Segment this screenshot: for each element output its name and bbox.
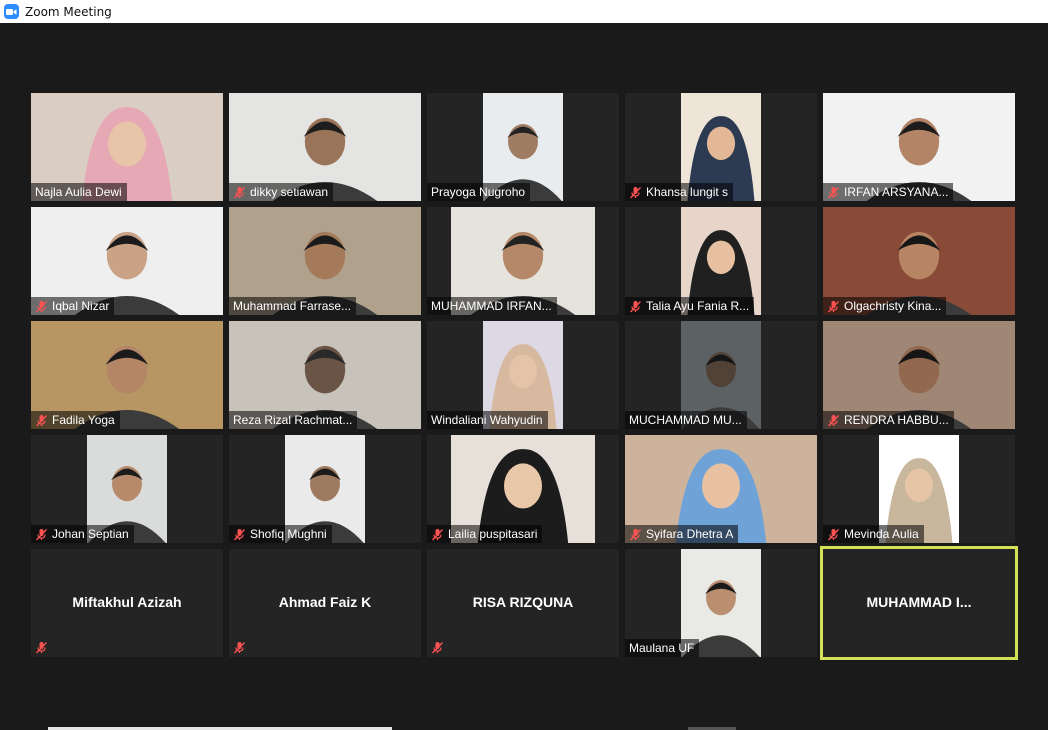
participant-name: Iqbal Nizar [52,299,110,313]
participant-name-label: RENDRA HABBU... [823,411,954,429]
participant-name-label: Mevinda Aulia [823,525,924,543]
mic-muted-icon [629,186,642,199]
participant-tile[interactable]: Iqbal Nizar [31,207,223,315]
participant-name: Fadila Yoga [52,413,115,427]
participant-name-label: Reza Rizal Rachmat... [229,411,358,429]
mic-muted-icon [233,528,246,541]
mic-muted-icon [827,414,840,427]
participant-name-label: Khansa lungit s [625,183,734,201]
participant-name-label: Lailia puspitasari [427,525,543,543]
participant-name-label: Syifara Dhetra A [625,525,739,543]
mic-muted-icon [827,186,840,199]
participant-name: Shofiq Mughni [250,527,327,541]
mic-muted-icon [431,641,444,654]
participant-name: Talia Ayu Fania R... [646,299,750,313]
participant-tile[interactable]: Lailia puspitasari [427,435,619,543]
participant-name: Olgachristy Kina... [844,299,942,313]
participant-name-label: Shofiq Mughni [229,525,332,543]
participant-name: Najla Aulia Dewi [35,185,122,199]
participant-name-label: IRFAN ARSYANA... [823,183,954,201]
participant-name-label: Fadila Yoga [31,411,120,429]
participant-name: Syifara Dhetra A [646,527,734,541]
participant-tile[interactable]: MUHAMMAD IRFAN... [427,207,619,315]
participant-tile[interactable]: dikky setiawan [229,93,421,201]
gallery-view: Najla Aulia Dewi dikky setiawan Prayoga Nu… [0,23,1048,730]
mic-muted-icon [629,528,642,541]
participant-name: dikky setiawan [250,185,329,199]
mic-muted-icon [233,641,246,654]
participant-name: MUHAMMAD I... [866,594,972,610]
mic-muted-icon [35,528,48,541]
participant-name-label: Prayoga Nugroho [427,183,531,201]
participant-name: Reza Rizal Rachmat... [233,413,353,427]
participant-tile[interactable]: MUHAMMAD I... [820,546,1018,660]
participant-name-label: Muhammad Farrase... [229,297,357,315]
participant-name: MUHAMMAD IRFAN... [431,299,552,313]
participant-tile[interactable]: Syifara Dhetra A [625,435,817,543]
zoom-app-icon [4,4,19,19]
participant-name: MUCHAMMAD MU... [629,413,742,427]
participant-name: Johan Septian [52,527,129,541]
mic-muted-icon [431,528,444,541]
participant-name: RISA RIZQUNA [472,594,574,610]
participant-name: Miftakhul Azizah [72,594,182,610]
participant-tile[interactable]: Muhammad Farrase... [229,207,421,315]
mic-muted-icon [35,300,48,313]
participant-name: Khansa lungit s [646,185,729,199]
participant-tile[interactable]: Fadila Yoga [31,321,223,429]
participant-name-label: Olgachristy Kina... [823,297,947,315]
participant-tile[interactable]: Maulana UF [625,549,817,657]
participant-tile[interactable]: Shofiq Mughni [229,435,421,543]
participant-name: RENDRA HABBU... [844,413,949,427]
mic-muted-icon [233,186,246,199]
participant-tile[interactable]: IRFAN ARSYANA... [823,93,1015,201]
window-title: Zoom Meeting [25,4,112,19]
participant-tile[interactable]: Prayoga Nugroho [427,93,619,201]
participant-tile[interactable]: Mevinda Aulia [823,435,1015,543]
participant-name: Lailia puspitasari [448,527,538,541]
participant-name: Mevinda Aulia [844,527,919,541]
participant-tile[interactable]: Miftakhul Azizah [31,549,223,657]
participant-name-label: Windaliani Wahyudin [427,411,548,429]
mic-muted-icon [629,300,642,313]
participant-name-label: MUHAMMAD IRFAN... [427,297,557,315]
participant-name-label: MUCHAMMAD MU... [625,411,747,429]
participant-tile[interactable]: Johan Septian [31,435,223,543]
participant-tile[interactable]: Talia Ayu Fania R... [625,207,817,315]
participant-tile[interactable]: Ahmad Faiz K [229,549,421,657]
participant-name-label: Iqbal Nizar [31,297,115,315]
participant-tile[interactable]: Najla Aulia Dewi [31,93,223,201]
participant-tile[interactable]: Windaliani Wahyudin [427,321,619,429]
participant-name: IRFAN ARSYANA... [844,185,949,199]
participant-name: Maulana UF [629,641,695,655]
participant-tile[interactable]: Khansa lungit s [625,93,817,201]
participant-tile[interactable]: RISA RIZQUNA [427,549,619,657]
participant-name: Ahmad Faiz K [278,594,372,610]
participant-tile[interactable]: MUCHAMMAD MU... [625,321,817,429]
participant-tile[interactable]: RENDRA HABBU... [823,321,1015,429]
mic-muted-icon [35,641,48,654]
mic-muted-icon [827,528,840,541]
participant-name-label: Talia Ayu Fania R... [625,297,755,315]
mic-muted-icon [827,300,840,313]
participant-tile[interactable]: Olgachristy Kina... [823,207,1015,315]
participant-name-label: dikky setiawan [229,183,334,201]
participant-name-label: Johan Septian [31,525,134,543]
participant-name: Windaliani Wahyudin [431,413,543,427]
participant-name-label: Maulana UF [625,639,700,657]
participant-tile[interactable]: Reza Rizal Rachmat... [229,321,421,429]
participant-name-label: Najla Aulia Dewi [31,183,127,201]
participant-name: Prayoga Nugroho [431,185,526,199]
participant-name: Muhammad Farrase... [233,299,352,313]
mic-muted-icon [35,414,48,427]
window-titlebar: Zoom Meeting [0,0,1048,23]
